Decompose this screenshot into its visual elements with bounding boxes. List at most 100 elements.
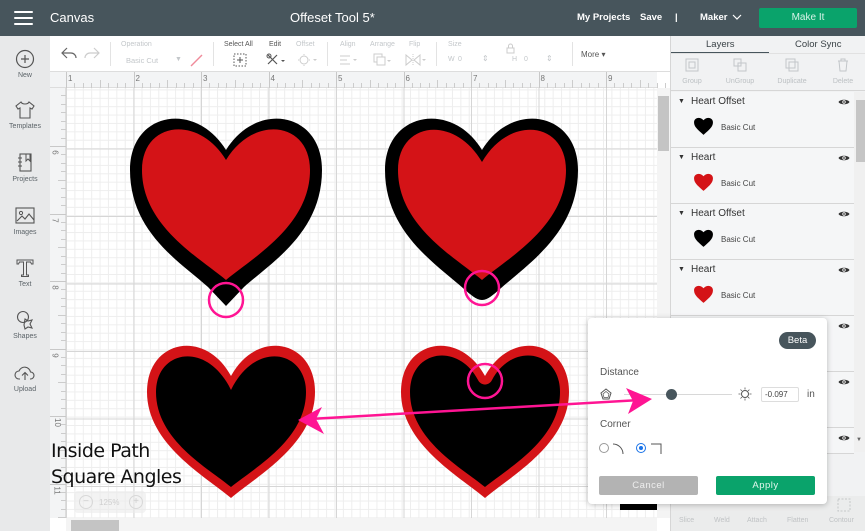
ungroup-icon <box>733 58 747 72</box>
weld-button[interactable]: Weld <box>714 517 730 524</box>
zoom-out-button[interactable]: − <box>79 495 93 509</box>
make-it-button[interactable]: Make It <box>759 8 857 28</box>
sidebar-item-templates[interactable]: Templates <box>0 99 50 130</box>
cancel-button[interactable]: Cancel <box>599 476 698 495</box>
lock-icon[interactable] <box>506 43 515 54</box>
ruler-tick <box>606 72 607 88</box>
scrollbar-thumb[interactable] <box>71 520 119 531</box>
delete-button[interactable]: Delete <box>819 56 865 85</box>
group-button[interactable]: Group <box>668 56 716 85</box>
sidebar-item-projects[interactable]: Projects <box>0 152 50 183</box>
sidebar-item-upload[interactable]: Upload <box>0 362 50 393</box>
pen-color-icon[interactable] <box>190 54 203 67</box>
caret-down-icon[interactable]: ▼ <box>678 210 685 217</box>
eye-icon[interactable] <box>838 266 850 274</box>
shapes-icon <box>16 310 34 330</box>
sidebar-item-shapes[interactable]: Shapes <box>0 309 50 340</box>
canvas-horizontal-scrollbar[interactable] <box>66 518 657 531</box>
sidebar-item-images[interactable]: Images <box>0 205 50 236</box>
duplicate-button[interactable]: Duplicate <box>768 56 816 85</box>
ruler-tick <box>50 348 66 350</box>
edit-label: Edit <box>269 41 282 48</box>
tab-color-sync[interactable]: Color Sync <box>795 39 841 50</box>
ruler-minor-tick <box>369 80 371 88</box>
caret-down-icon[interactable]: ▼ <box>678 98 685 105</box>
undo-icon[interactable] <box>61 47 77 59</box>
edit-scissors-icon[interactable] <box>266 53 286 67</box>
distance-slider-handle[interactable] <box>666 389 677 400</box>
caret-down-icon[interactable]: ▼ <box>678 266 685 273</box>
eye-icon[interactable] <box>838 434 850 442</box>
arrange-label: Arrange <box>370 41 395 48</box>
caret-down-icon[interactable]: ▼ <box>678 154 685 161</box>
eye-icon[interactable] <box>838 210 850 218</box>
notebook-icon <box>18 153 32 172</box>
corner-square-radio[interactable] <box>636 443 646 453</box>
layer-row[interactable]: ▼ Heart Offset Basic Cut <box>671 204 854 260</box>
width-input[interactable]: 0 <box>458 56 462 63</box>
ruler-minor-tick <box>99 80 101 88</box>
sidebar-item-text[interactable]: Text <box>0 257 50 288</box>
layer-thumbnail-heart-icon <box>694 285 713 303</box>
flip-icon[interactable] <box>405 53 427 67</box>
layer-row[interactable]: ▼ Heart Basic Cut <box>671 148 854 204</box>
eye-icon[interactable] <box>838 98 850 106</box>
layer-row[interactable]: ▼ Heart Offset Basic Cut <box>671 92 854 148</box>
apply-button[interactable]: Apply <box>716 476 815 495</box>
select-all-icon[interactable] <box>233 53 247 67</box>
arrange-icon[interactable] <box>373 53 393 67</box>
layer-name: Heart Offset <box>691 96 745 107</box>
ruler-minor-tick <box>504 80 506 88</box>
sidebar-item-new[interactable]: New <box>0 48 50 79</box>
operation-dropdown-caret[interactable]: ▼ <box>175 56 182 63</box>
eye-icon[interactable] <box>838 322 850 330</box>
ruler-minor-tick <box>58 517 66 519</box>
contour-button[interactable]: Contour <box>829 517 854 524</box>
eye-icon[interactable] <box>838 378 850 386</box>
ruler-tick-label: 9 <box>608 74 613 83</box>
height-input[interactable]: 0 <box>524 56 528 63</box>
ruler-tick-label: 4 <box>270 74 275 83</box>
width-stepper[interactable]: ⇕ <box>482 54 489 63</box>
eye-icon[interactable] <box>838 154 850 162</box>
save-link[interactable]: Save <box>640 12 662 23</box>
outset-sun-icon <box>738 387 752 401</box>
ruler-tick-label: 8 <box>540 74 545 83</box>
toolbar-divider <box>327 42 328 66</box>
machine-select[interactable]: Maker <box>700 12 727 23</box>
my-projects-link[interactable]: My Projects <box>577 12 630 23</box>
ungroup-button[interactable]: UnGroup <box>716 56 764 85</box>
offset-icon[interactable] <box>297 53 319 67</box>
distance-slider-track[interactable] <box>624 394 732 395</box>
sidebar-label: Templates <box>9 123 41 130</box>
layers-scrollbar[interactable]: ▼ <box>854 92 865 452</box>
align-icon[interactable] <box>339 54 359 66</box>
image-icon <box>15 207 35 224</box>
tab-layers[interactable]: Layers <box>706 39 735 50</box>
redo-icon[interactable] <box>84 47 100 59</box>
height-stepper[interactable]: ⇕ <box>546 54 553 63</box>
scrollbar-thumb[interactable] <box>856 100 865 162</box>
corner-rounded-radio[interactable] <box>599 443 609 453</box>
layer-row[interactable]: ▼ Heart Basic Cut <box>671 260 854 316</box>
scrollbar-thumb[interactable] <box>658 96 669 151</box>
ruler-tick <box>50 146 66 147</box>
ruler-tick-label: 9 <box>50 352 60 358</box>
operation-select[interactable]: Basic Cut <box>126 56 158 65</box>
ruler-tick <box>133 72 135 88</box>
distance-input[interactable]: -0.097 <box>761 387 799 402</box>
design-canvas[interactable] <box>66 88 657 518</box>
sidebar-label: Images <box>13 229 37 236</box>
layer-thumbnail-heart-icon <box>694 173 713 191</box>
chevron-down-icon[interactable] <box>732 14 742 21</box>
more-menu[interactable]: More ▾ <box>581 50 605 59</box>
attach-button[interactable]: Attach <box>747 517 767 524</box>
slice-button[interactable]: Slice <box>679 517 694 524</box>
hamburger-icon[interactable] <box>14 11 33 25</box>
ruler-tick <box>50 213 66 215</box>
left-sidebar: New Templates Projects Images Text Shape… <box>0 36 50 531</box>
flatten-button[interactable]: Flatten <box>787 517 808 524</box>
zoom-in-button[interactable]: + <box>129 495 143 509</box>
group-label: Group <box>682 78 702 85</box>
scroll-down-arrow-icon[interactable]: ▼ <box>856 437 862 443</box>
